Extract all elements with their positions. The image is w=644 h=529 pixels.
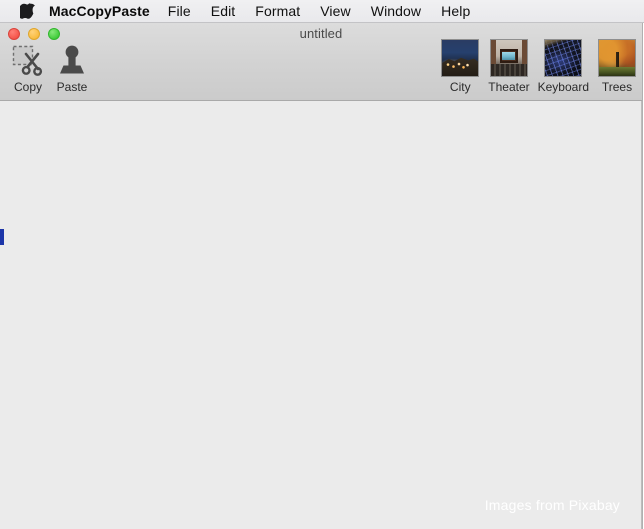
menu-bar: MacCopyPaste File Edit Format View Windo… [0, 0, 644, 23]
text-caret [0, 229, 4, 245]
stamp-icon [55, 41, 89, 79]
menu-item-window[interactable]: Window [371, 3, 421, 19]
app-window: MacCopyPaste File Edit Format View Windo… [0, 0, 644, 529]
watermark-text: Images from Pixabay [484, 497, 620, 513]
thumbnail-theater-label: Theater [488, 80, 530, 94]
thumbnail-keyboard[interactable]: Keyboard [538, 39, 589, 94]
scissors-icon [11, 41, 45, 79]
menu-item-help[interactable]: Help [441, 3, 470, 19]
menu-item-edit[interactable]: Edit [211, 3, 236, 19]
copy-button[interactable]: Copy [6, 41, 50, 94]
city-image [441, 39, 480, 77]
paste-button-label: Paste [56, 80, 88, 94]
menu-app-name[interactable]: MacCopyPaste [49, 3, 150, 19]
thumbnail-trees-label: Trees [601, 80, 633, 94]
menu-item-format[interactable]: Format [255, 3, 300, 19]
document-window: untitled Copy Paste City Theater Keyboar… [0, 23, 643, 529]
thumbnail-trees[interactable]: Trees [597, 39, 637, 94]
thumbnail-keyboard-label: Keyboard [537, 80, 589, 94]
thumbnail-city-label: City [449, 80, 471, 94]
copy-button-label: Copy [13, 80, 42, 94]
thumbnail-city[interactable]: City [440, 39, 480, 94]
keyboard-image [544, 39, 583, 77]
toolbar-left-group: Copy Paste [6, 41, 94, 94]
menu-item-file[interactable]: File [168, 3, 191, 19]
document-content-area[interactable]: Images from Pixabay [0, 101, 642, 529]
trees-image [598, 39, 636, 77]
thumbnail-theater[interactable]: Theater [488, 39, 530, 94]
window-right-edge [641, 101, 642, 529]
menu-item-view[interactable]: View [320, 3, 351, 19]
paste-button[interactable]: Paste [50, 41, 94, 94]
apple-logo-icon[interactable] [19, 2, 36, 21]
window-title-bar: untitled Copy Paste City Theater Keyboar… [0, 23, 642, 101]
toolbar-thumbnail-group: City Theater Keyboard Trees [440, 39, 637, 94]
theater-image [489, 39, 528, 77]
